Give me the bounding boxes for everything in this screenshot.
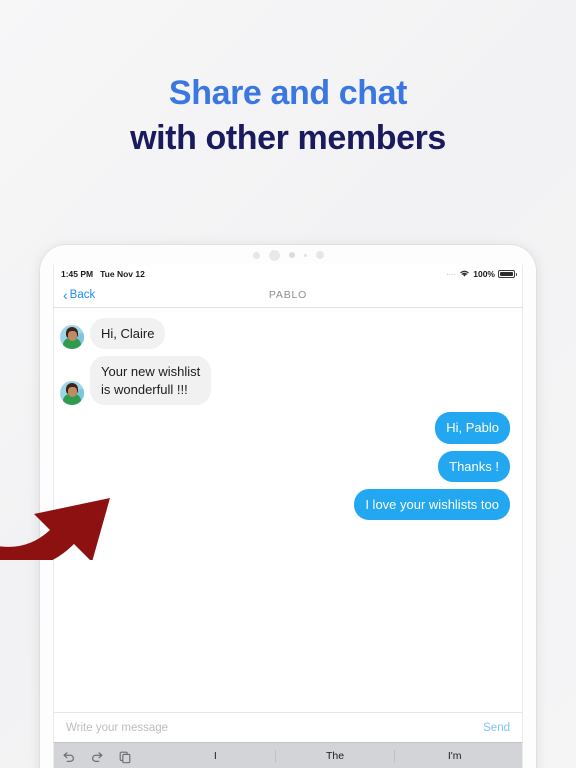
back-button-label: Back: [69, 288, 96, 301]
headline-line-2: with other members: [130, 119, 446, 158]
sensor-dot-4: [303, 253, 307, 257]
message-bubble-incoming: Your new wishlist is wonderfull !!!: [90, 356, 212, 406]
sensor-dot-5: [315, 251, 324, 259]
battery-percent-label: 100%: [473, 268, 495, 279]
battery-full-icon: [498, 269, 517, 278]
tablet-device-frame: 1:45 PM Tue Nov 12 .... 100% ‹ Back PABL…: [40, 245, 536, 768]
status-bar-indicators: .... 100%: [446, 268, 517, 279]
message-row: Thanks !: [60, 450, 510, 483]
prediction-1[interactable]: I: [156, 750, 276, 763]
message-row: Hi, Claire: [60, 318, 510, 350]
message-input[interactable]: Write your message: [66, 722, 168, 734]
keyboard-predictions: I The I'm: [156, 750, 514, 763]
message-bubble-outgoing: Hi, Pablo: [435, 412, 510, 444]
message-input-bar[interactable]: Write your message Send: [54, 712, 522, 742]
send-button[interactable]: Send: [483, 722, 510, 734]
device-screen: 1:45 PM Tue Nov 12 .... 100% ‹ Back PABL…: [53, 265, 523, 768]
message-bubble-incoming: Hi, Claire: [90, 318, 166, 350]
headline-line-1: Share and chat: [168, 74, 408, 112]
paste-icon[interactable]: [118, 750, 132, 764]
status-bar-time: 1:45 PM: [61, 268, 94, 279]
front-camera-dot: [268, 249, 280, 261]
sensor-dot-1: [252, 251, 260, 259]
redo-icon[interactable]: [90, 750, 104, 764]
wifi-icon: [460, 270, 469, 277]
signal-dots: ....: [446, 270, 457, 277]
prediction-3[interactable]: I'm: [395, 750, 514, 763]
chevron-left-icon: ‹: [63, 286, 68, 303]
keyboard-tool-group: [62, 750, 132, 764]
sensor-dot-3: [288, 252, 295, 258]
message-row: I love your wishlists too: [60, 489, 510, 521]
message-bubble-outgoing: Thanks !: [438, 450, 510, 483]
keyboard-toolbar: I The I'm: [54, 743, 522, 768]
message-row: Your new wishlist is wonderfull !!!: [60, 356, 510, 406]
page-title: Share and chat with other members: [0, 74, 576, 159]
status-bar: 1:45 PM Tue Nov 12 .... 100%: [54, 265, 522, 282]
message-list[interactable]: Hi, Claire Your new wishlist is wonderfu…: [54, 308, 522, 712]
status-bar-date: Tue Nov 12: [100, 268, 145, 279]
nav-bar: ‹ Back PABLO: [54, 282, 522, 308]
conversation-title: PABLO: [268, 288, 308, 301]
onscreen-keyboard[interactable]: I The I'm 1 2 3 4 5 6 7 8 9 0: [54, 742, 522, 768]
undo-icon[interactable]: [62, 750, 76, 764]
message-bubble-outgoing: I love your wishlists too: [354, 489, 510, 521]
message-row: Hi, Pablo: [60, 412, 510, 444]
back-button[interactable]: ‹ Back: [63, 288, 95, 302]
contact-avatar: [60, 325, 84, 350]
contact-avatar: [60, 381, 84, 406]
device-sensor-dots: [40, 245, 536, 265]
prediction-2[interactable]: The: [276, 750, 396, 763]
